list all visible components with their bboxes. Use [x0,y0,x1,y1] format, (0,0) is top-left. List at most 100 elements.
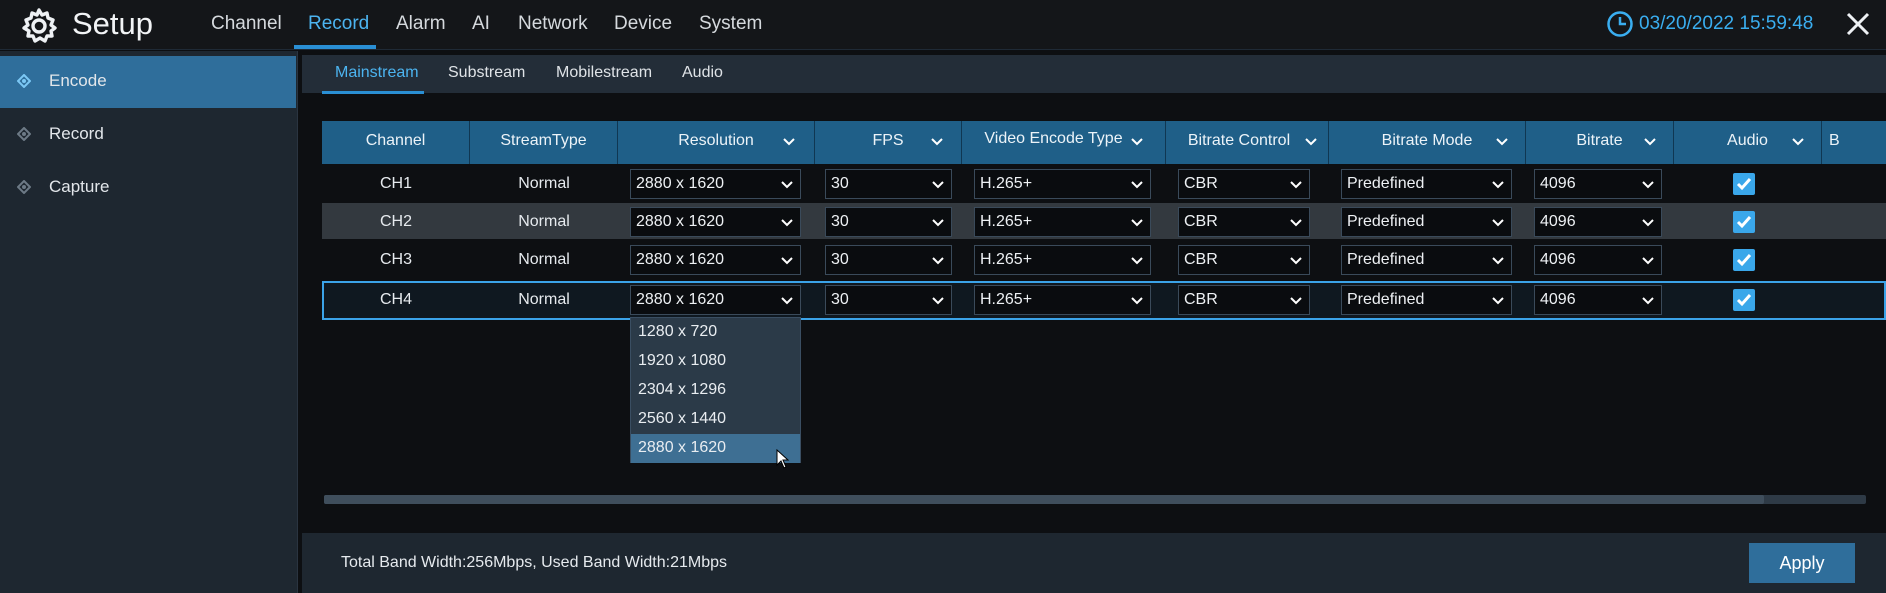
chevron-down-icon [1492,219,1504,227]
resolution-select[interactable]: 2880 x 1620 [630,207,801,237]
chevron-down-icon [1290,219,1302,227]
close-icon[interactable] [1845,11,1871,37]
bitrate-mode-select[interactable]: Predefined [1341,285,1512,315]
cell-channel: CH4 [379,291,412,308]
fps-select[interactable]: 30 [825,245,952,275]
column-header-resolution[interactable]: Resolution [618,121,815,164]
chevron-down-icon [1792,138,1804,146]
clock-icon [1607,11,1633,37]
app-title: Setup [72,6,154,41]
audio-checkbox[interactable] [1733,211,1755,233]
resolution-select-open[interactable]: 2880 x 1620 [630,285,801,315]
fps-select[interactable]: 30 [825,207,952,237]
bitrate-mode-select[interactable]: Predefined [1341,169,1512,199]
top-bar: Setup Channel Record Alarm AI Network De… [0,0,1886,50]
bitrate-select[interactable]: 4096 [1534,285,1662,315]
table-row[interactable]: CH3 Normal 2880 x 1620 30 H.265+ CBR Pre… [322,242,1886,278]
bitrate-control-select[interactable]: CBR [1178,245,1310,275]
scrollbar-thumb[interactable] [324,495,1764,504]
encode-type-select[interactable]: H.265+ [974,207,1151,237]
resolution-dropdown-menu: 1280 x 720 1920 x 1080 2304 x 1296 2560 … [630,317,801,463]
table-row[interactable]: CH2 Normal 2880 x 1620 30 H.265+ CBR Pre… [322,203,1886,239]
chevron-down-icon [1642,297,1654,305]
chevron-down-icon [1290,297,1302,305]
fps-select[interactable]: 30 [825,285,952,315]
dropdown-option-highlighted[interactable]: 2880 x 1620 [631,434,800,463]
nav-device[interactable]: Device [614,13,672,35]
dropdown-option[interactable]: 2560 x 1440 [631,405,800,434]
subtab-active-underline [322,91,424,94]
cell-stream-type: Normal [518,213,570,230]
column-header-channel: Channel [322,121,470,164]
nav-ai[interactable]: AI [472,13,490,35]
dropdown-option[interactable]: 1280 x 720 [631,318,800,347]
mouse-cursor-icon [776,449,790,469]
sidebar-item-encode[interactable]: Encode [0,56,296,108]
cell-stream-type: Normal [518,175,570,192]
audio-checkbox[interactable] [1733,289,1755,311]
table-row[interactable]: CH1 Normal 2880 x 1620 30 H.265+ CBR Pre… [322,166,1886,202]
audio-checkbox[interactable] [1733,173,1755,195]
checkbox-icon [1736,254,1752,267]
table-row-selected[interactable]: CH4 Normal 2880 x 1620 30 H.265+ CBR Pre… [322,281,1886,320]
bitrate-mode-select[interactable]: Predefined [1341,207,1512,237]
cell-stream-type: Normal [518,291,570,308]
column-header-bitrate[interactable]: Bitrate [1526,121,1674,164]
encode-type-select[interactable]: H.265+ [974,169,1151,199]
horizontal-scrollbar[interactable] [324,495,1866,504]
chevron-down-icon [1290,257,1302,265]
tab-substream[interactable]: Substream [448,64,525,82]
fps-select[interactable]: 30 [825,169,952,199]
chevron-down-icon [1131,219,1143,227]
bitrate-control-select[interactable]: CBR [1178,169,1310,199]
diamond-icon [17,180,31,194]
apply-button[interactable]: Apply [1749,543,1855,583]
column-header-streamtype: StreamType [470,121,618,164]
tab-mainstream[interactable]: Mainstream [335,64,419,82]
chevron-down-icon [932,297,944,305]
sidebar-item-label: Capture [49,177,110,196]
dropdown-option[interactable]: 2304 x 1296 [631,376,800,405]
chevron-down-icon [1642,257,1654,265]
footer-bar: Total Band Width:256Mbps, Used Band Widt… [302,533,1886,593]
subtab-bar: Mainstream Substream Mobilestream Audio [302,55,1886,93]
sidebar-item-capture[interactable]: Capture [0,162,296,214]
cell-stream-type: Normal [518,251,570,268]
bandwidth-status: Total Band Width:256Mbps, Used Band Widt… [341,554,727,571]
column-header-bitrate-control[interactable]: Bitrate Control [1166,121,1329,164]
nav-network[interactable]: Network [518,13,588,35]
bitrate-control-select[interactable]: CBR [1178,285,1310,315]
checkbox-icon [1736,216,1752,229]
chevron-down-icon [1305,138,1317,146]
audio-checkbox[interactable] [1733,249,1755,271]
nav-record[interactable]: Record [308,13,369,35]
bitrate-mode-select[interactable]: Predefined [1341,245,1512,275]
chevron-down-icon [781,219,793,227]
cell-channel: CH2 [379,213,412,230]
tab-mobilestream[interactable]: Mobilestream [556,64,652,82]
column-header-fps[interactable]: FPS [815,121,962,164]
sidebar-item-record[interactable]: Record [0,109,296,161]
chevron-down-icon [1131,297,1143,305]
column-header-video-encode-type[interactable]: Video Encode Type [962,121,1166,164]
encode-type-select[interactable]: H.265+ [974,285,1151,315]
resolution-select[interactable]: 2880 x 1620 [630,245,801,275]
chevron-down-icon [1131,138,1143,146]
bitrate-select[interactable]: 4096 [1534,245,1662,275]
diamond-icon [17,74,31,88]
column-header-audio[interactable]: Audio [1674,121,1822,164]
nav-channel[interactable]: Channel [211,13,282,35]
bitrate-select[interactable]: 4096 [1534,169,1662,199]
bitrate-control-select[interactable]: CBR [1178,207,1310,237]
encode-type-select[interactable]: H.265+ [974,245,1151,275]
nav-system[interactable]: System [699,13,762,35]
nav-alarm[interactable]: Alarm [396,13,446,35]
chevron-down-icon [781,257,793,265]
tab-audio[interactable]: Audio [682,64,723,82]
chevron-down-icon [1492,181,1504,189]
chevron-down-icon [1131,181,1143,189]
resolution-select[interactable]: 2880 x 1620 [630,169,801,199]
dropdown-option[interactable]: 1920 x 1080 [631,347,800,376]
bitrate-select[interactable]: 4096 [1534,207,1662,237]
column-header-bitrate-mode[interactable]: Bitrate Mode [1329,121,1526,164]
